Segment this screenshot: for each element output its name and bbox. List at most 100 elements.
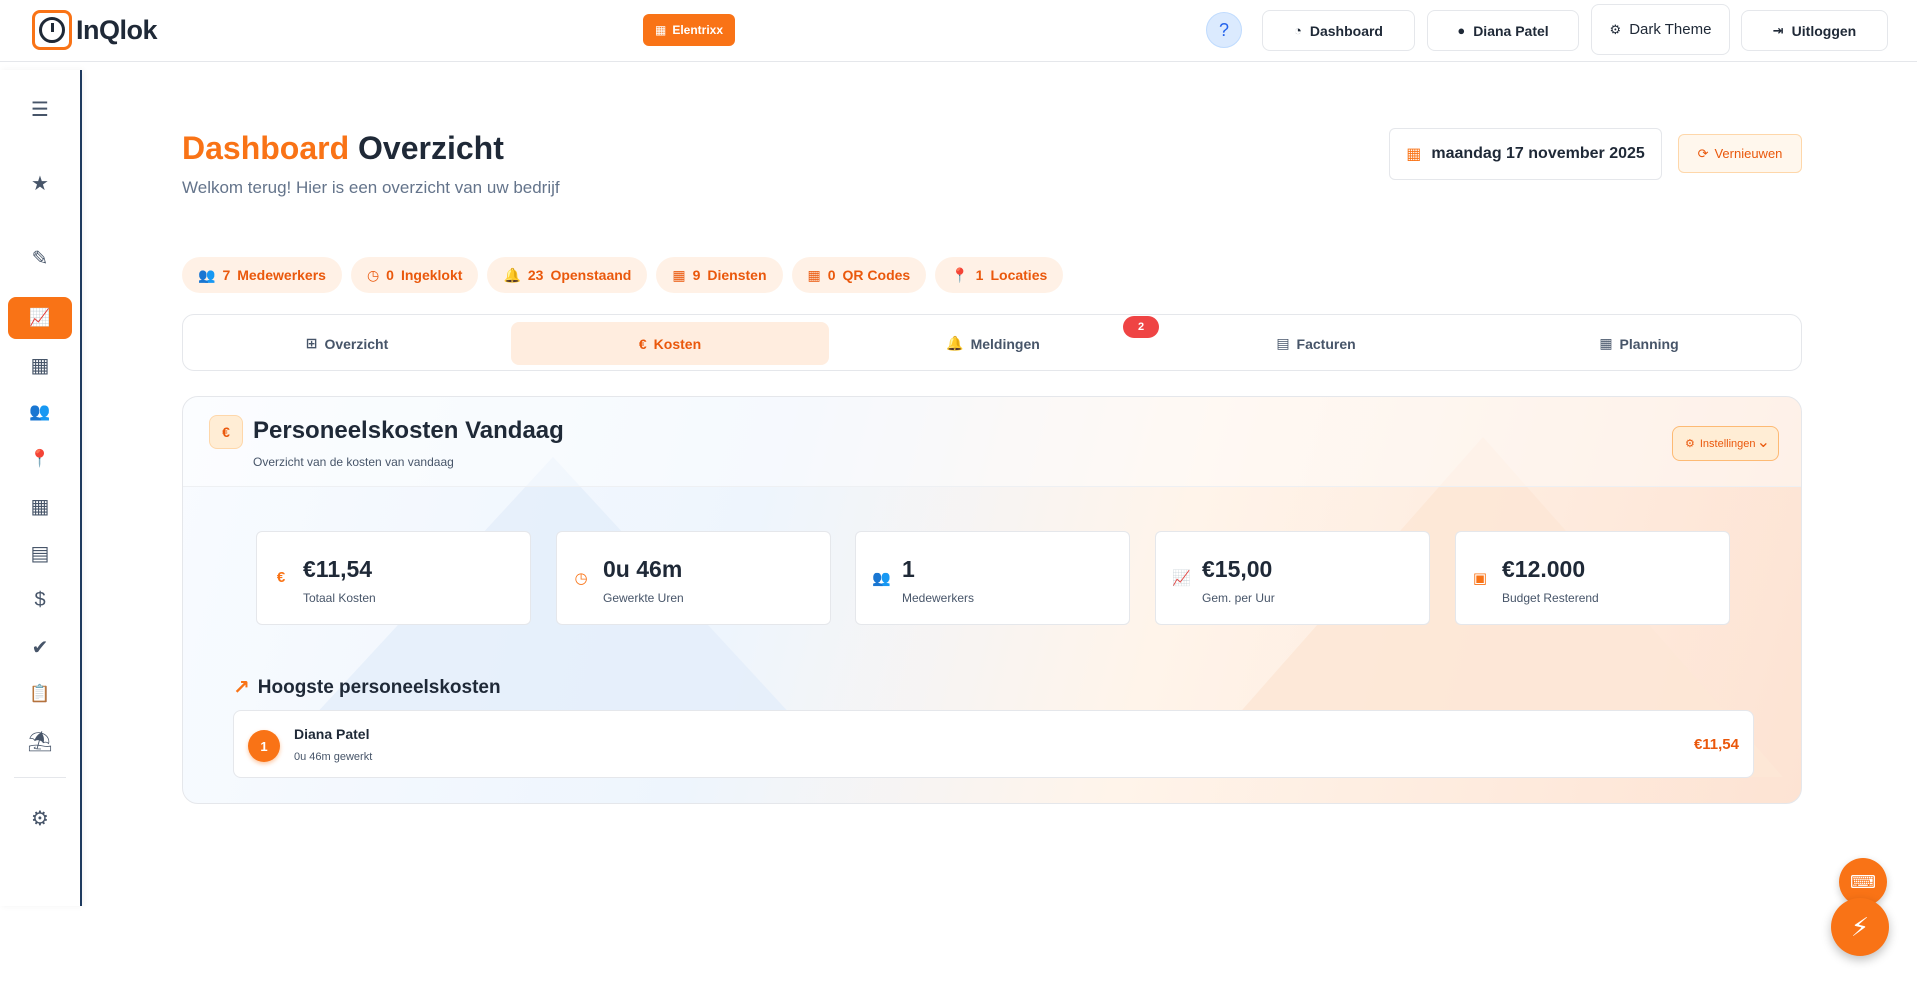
clipboard-check-icon[interactable]: 📋 xyxy=(8,673,72,715)
cog-icon[interactable]: ⚙ xyxy=(8,797,72,839)
user-profile-button[interactable]: ● Diana Patel xyxy=(1427,10,1579,51)
logout-button[interactable]: ⇥ Uitloggen xyxy=(1741,10,1888,51)
grid-icon: ⊞ xyxy=(305,335,318,351)
stat-label: QR Codes xyxy=(842,267,911,283)
list-item[interactable]: 1 Diana Patel 0u 46m gewerkt €11,54 xyxy=(233,710,1754,778)
date-display: ▦ maandag 17 november 2025 xyxy=(1389,128,1662,180)
menu-icon[interactable]: ☰ xyxy=(8,88,72,130)
trending-up-icon: ↗ xyxy=(233,677,250,699)
map-pin-icon: 📍 xyxy=(951,266,969,283)
app-logo[interactable]: InQlok xyxy=(32,10,158,50)
chart-line-icon: 📈 xyxy=(1172,570,1191,587)
employee-cost: €11,54 xyxy=(1693,736,1739,753)
dashboard-tabs: ⊞ Overzicht € Kosten 🔔 Meldingen ▤ Factu… xyxy=(182,314,1802,371)
tab-label: Planning xyxy=(1619,335,1679,352)
euro-icon: € xyxy=(638,335,647,352)
dashboard-button[interactable]: ◔ Dashboard xyxy=(1262,10,1415,51)
users-icon[interactable]: 👥 xyxy=(8,391,72,433)
stat-count: 1 xyxy=(975,267,984,283)
quick-actions-button[interactable]: ⚡ xyxy=(1831,898,1889,956)
top-costs-title: Hoogste personeelskosten xyxy=(257,676,501,698)
stat-pending[interactable]: 🔔 23 Openstaand xyxy=(487,257,648,293)
metric-budget-remaining: ▣ €12.000 Budget Resterend xyxy=(1455,531,1730,625)
help-button[interactable]: ? xyxy=(1206,12,1242,48)
tab-meldingen[interactable]: 🔔 Meldingen xyxy=(834,322,1152,365)
edit-icon[interactable]: ✎ xyxy=(8,237,72,279)
metric-avg-per-hour: 📈 €15,00 Gem. per Uur xyxy=(1155,531,1430,625)
metric-total-cost: € €11,54 Totaal Kosten xyxy=(256,531,531,625)
metric-value: €12.000 xyxy=(1502,556,1586,582)
stat-clocked-in[interactable]: ◷ 0 Ingeklokt xyxy=(350,257,479,293)
card-header: € Personeelskosten Vandaag Overzicht van… xyxy=(183,397,1801,487)
lightning-icon: ⚡ xyxy=(1850,911,1870,942)
calendar-icon: ▦ xyxy=(672,266,686,283)
chart-line-icon[interactable]: 📈 xyxy=(8,297,72,339)
calendar-icon[interactable]: ▦ xyxy=(8,485,72,527)
umbrella-beach-icon[interactable]: ⛱ xyxy=(8,720,72,762)
metric-label: Totaal Kosten xyxy=(303,591,376,605)
stat-label: Medewerkers xyxy=(237,267,326,283)
tab-facturen[interactable]: ▤ Facturen xyxy=(1157,322,1475,365)
notification-badge: 2 xyxy=(1123,316,1159,338)
bell-icon: 🔔 xyxy=(946,335,964,351)
stat-label: Diensten xyxy=(707,267,767,283)
users-icon: 👥 xyxy=(872,570,891,587)
stat-qr-codes[interactable]: ▦ 0 QR Codes xyxy=(791,257,927,293)
stat-count: 0 xyxy=(827,267,836,283)
star-icon[interactable]: ★ xyxy=(8,162,72,204)
gauge-icon: ◔ xyxy=(1294,23,1302,38)
qr-code-icon[interactable]: ▦ xyxy=(8,344,72,386)
app-name: InQlok xyxy=(76,14,158,45)
dark-theme-button[interactable]: ⚙ Dark Theme xyxy=(1591,4,1730,55)
tab-overzicht[interactable]: ⊞ Overzicht xyxy=(188,322,506,365)
euro-icon: € xyxy=(276,569,286,586)
settings-button[interactable]: ⚙ Instellingen ⌄ xyxy=(1672,426,1779,461)
clock-logo-icon xyxy=(32,10,72,50)
qr-code-icon: ▦ xyxy=(807,266,821,283)
gear-icon: ⚙ xyxy=(1609,21,1622,37)
user-icon: ● xyxy=(1457,23,1466,38)
rank-badge: 1 xyxy=(248,730,280,762)
wallet-icon: ▣ xyxy=(1472,570,1488,587)
stat-count: 9 xyxy=(692,267,701,283)
metric-employees: 👥 1 Medewerkers xyxy=(855,531,1130,625)
card-subtitle: Overzicht van de kosten van vandaag xyxy=(253,455,454,469)
check-double-icon[interactable]: ✔ xyxy=(8,626,72,668)
stats-bar: 👥 7 Medewerkers ◷ 0 Ingeklokt 🔔 23 Opens… xyxy=(182,257,1064,293)
metric-value: 0u 46m xyxy=(603,556,683,582)
refresh-button[interactable]: ⟳ Vernieuwen xyxy=(1678,134,1802,173)
page-title-rest: Overzicht xyxy=(358,130,504,166)
tab-kosten[interactable]: € Kosten xyxy=(511,322,829,365)
clock-icon: ◷ xyxy=(366,266,380,283)
stat-locations[interactable]: 📍 1 Locaties xyxy=(935,257,1064,293)
logout-label: Uitloggen xyxy=(1791,22,1857,39)
stat-label: Ingeklokt xyxy=(400,267,463,283)
map-pin-icon[interactable]: 📍 xyxy=(8,438,72,480)
employee-name: Diana Patel xyxy=(294,726,370,742)
dark-theme-label: Dark Theme xyxy=(1629,21,1712,38)
page-subtitle: Welkom terug! Hier is een overzicht van … xyxy=(182,178,560,197)
hand-coin-icon[interactable]: $ xyxy=(8,579,72,621)
calendar-icon: ▦ xyxy=(1406,146,1422,163)
metric-value: €11,54 xyxy=(303,556,373,582)
page-title: Dashboard Overzicht xyxy=(182,130,504,167)
metric-label: Medewerkers xyxy=(902,591,975,605)
refresh-icon: ⟳ xyxy=(1697,145,1709,161)
sidebar-divider xyxy=(14,777,66,778)
metric-label: Gewerkte Uren xyxy=(603,591,684,605)
metric-hours-worked: ◷ 0u 46m Gewerkte Uren xyxy=(556,531,831,625)
clock-icon: ◷ xyxy=(574,570,588,587)
settings-label: Instellingen xyxy=(1699,437,1756,450)
page-title-accent: Dashboard xyxy=(182,130,350,166)
stat-shifts[interactable]: ▦ 9 Diensten xyxy=(656,257,783,293)
personnel-costs-card: € Personeelskosten Vandaag Overzicht van… xyxy=(182,396,1802,804)
bar-chart-icon[interactable]: ▤ xyxy=(8,532,72,574)
user-name: Diana Patel xyxy=(1473,22,1549,39)
stat-employees[interactable]: 👥 7 Medewerkers xyxy=(182,257,342,293)
tab-planning[interactable]: ▦ Planning xyxy=(1480,322,1798,365)
users-icon: 👥 xyxy=(198,266,216,283)
stat-count: 7 xyxy=(222,267,231,283)
company-badge[interactable]: ▦ Elentrixx xyxy=(643,14,736,46)
calendar-icon: ▦ xyxy=(1599,335,1613,351)
stat-count: 23 xyxy=(527,267,544,283)
